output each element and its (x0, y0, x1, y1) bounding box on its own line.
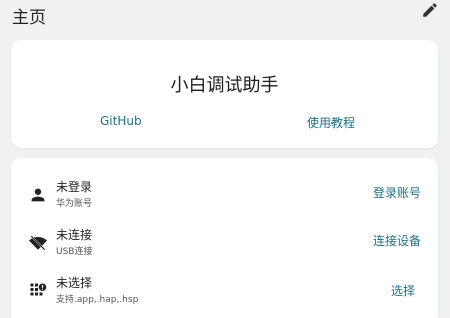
select-button[interactable]: 选择 (391, 282, 415, 299)
app-title: 小白调试助手 (170, 75, 279, 96)
edit-icon (421, 1, 439, 23)
connection-row: 未连接 USB连接 连接设备 (11, 224, 438, 268)
edit-button[interactable] (420, 2, 440, 22)
login-button[interactable]: 登录账号 (373, 184, 421, 201)
github-link[interactable]: GitHub (100, 114, 142, 128)
tutorial-link[interactable]: 使用教程 (307, 114, 355, 131)
connection-status: 未连接 (56, 228, 93, 242)
package-row: 未选择 支持.app,.hap,.hsp 选择 (11, 272, 438, 316)
status-list-card: 未登录 华为账号 登录账号 未连接 USB连接 连接设备 未选择 支持.app,… (11, 158, 438, 318)
top-bar: 主页 (0, 0, 450, 28)
person-icon (29, 186, 47, 204)
account-status: 未登录 (56, 180, 93, 194)
package-status: 未选择 (56, 276, 93, 290)
account-row: 未登录 华为账号 登录账号 (11, 176, 438, 220)
connect-device-button[interactable]: 连接设备 (373, 232, 421, 249)
connection-type: USB连接 (56, 247, 93, 257)
page-title: 主页 (12, 8, 46, 28)
wifi-off-icon (29, 234, 47, 252)
apps-alert-icon (29, 282, 47, 300)
app-info-card: 小白调试助手 GitHub 使用教程 (11, 40, 438, 148)
package-formats: 支持.app,.hap,.hsp (56, 295, 139, 305)
account-type: 华为账号 (56, 199, 93, 209)
